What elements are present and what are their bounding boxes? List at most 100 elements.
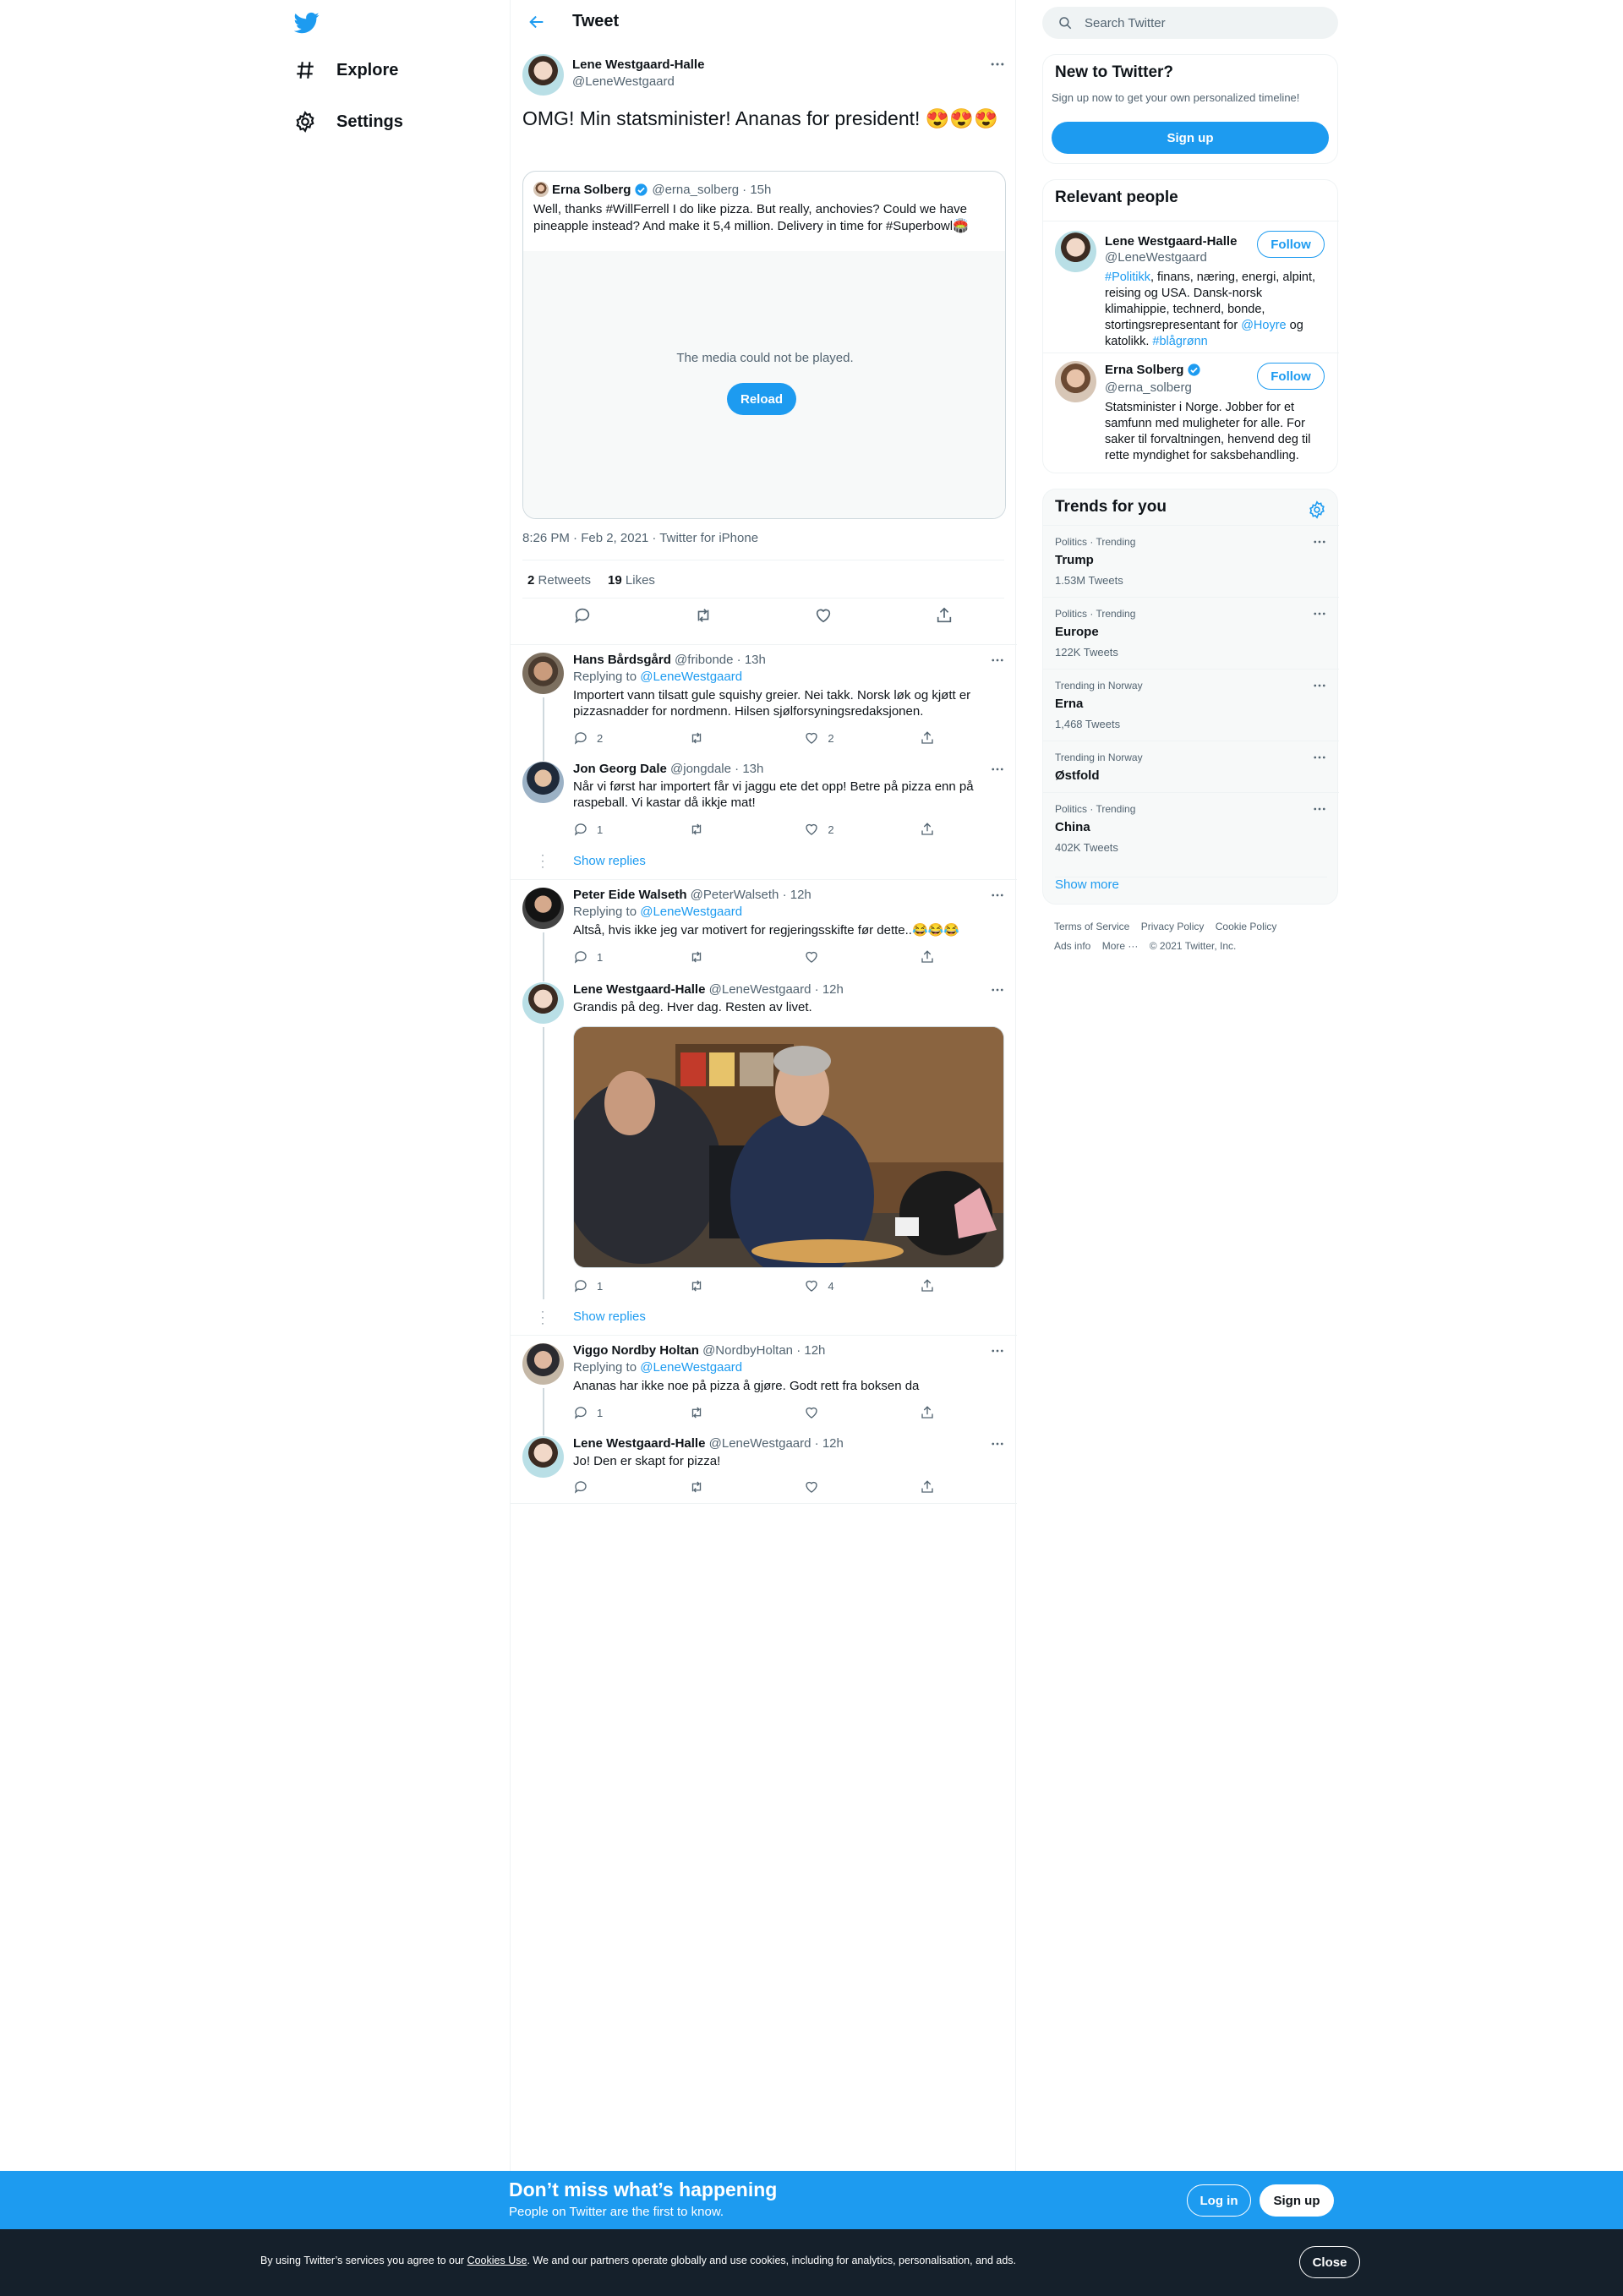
likes-stat[interactable]: 19 Likes	[608, 573, 655, 588]
more-icon[interactable]	[1312, 678, 1327, 693]
more-icon[interactable]	[990, 1436, 1005, 1451]
hashtag-link[interactable]: #blågrønn	[1152, 335, 1207, 348]
quoted-tweet[interactable]: Erna Solberg @erna_solberg · 15h Well, t…	[522, 171, 1006, 519]
trend-item[interactable]: Politics · Trending China 402K Tweets	[1043, 792, 1339, 864]
reply-icon[interactable]	[573, 606, 592, 625]
person-bio: Statsminister i Norge. Jobber for et sam…	[1105, 401, 1311, 462]
follow-button[interactable]: Follow	[1257, 363, 1325, 390]
trend-item[interactable]: Trending in Norway Østfold	[1043, 741, 1339, 792]
share-action[interactable]	[920, 1479, 937, 1495]
retweet-action[interactable]	[689, 1405, 757, 1420]
author-name[interactable]: Lene Westgaard-Halle	[572, 57, 704, 72]
more-icon[interactable]	[1312, 534, 1327, 549]
reply-action[interactable]: 1	[573, 1405, 641, 1420]
share-icon[interactable]	[935, 606, 954, 625]
more-icon[interactable]	[1312, 750, 1327, 765]
avatar[interactable]	[522, 1343, 564, 1385]
person-name[interactable]: Erna Solberg	[1105, 363, 1201, 377]
mention-link[interactable]: @LeneWestgaard	[640, 1360, 742, 1375]
nav-settings[interactable]: Settings	[294, 100, 403, 144]
reload-button[interactable]: Reload	[727, 383, 796, 415]
like-icon[interactable]	[814, 606, 833, 625]
like-action[interactable]	[804, 1405, 872, 1420]
like-action[interactable]: 2	[804, 730, 872, 746]
share-action[interactable]	[920, 949, 937, 965]
sign-up-button[interactable]: Sign up	[1260, 2184, 1334, 2217]
avatar[interactable]	[1055, 361, 1096, 402]
avatar[interactable]	[522, 1436, 564, 1478]
show-replies-link[interactable]: Show replies	[573, 854, 646, 868]
avatar[interactable]	[1055, 231, 1096, 272]
like-action[interactable]: 2	[804, 822, 872, 837]
privacy-link[interactable]: Privacy Policy	[1141, 921, 1205, 932]
like-action[interactable]	[804, 1479, 872, 1495]
page-title: Tweet	[572, 12, 620, 30]
retweet-action[interactable]	[689, 1278, 757, 1293]
like-action[interactable]: 4	[804, 1278, 872, 1293]
ads-info-link[interactable]: Ads info	[1054, 940, 1090, 952]
reply-photo[interactable]	[573, 1026, 1004, 1268]
mention-link[interactable]: @Hoyre	[1241, 319, 1286, 332]
cookies-use-link[interactable]: Cookies Use	[467, 2255, 527, 2266]
reply-action[interactable]: 2	[573, 730, 641, 746]
like-action[interactable]	[804, 949, 872, 965]
avatar[interactable]	[522, 888, 564, 929]
trend-item[interactable]: Politics · Trending Europe 122K Tweets	[1043, 597, 1339, 669]
more-icon[interactable]	[990, 762, 1005, 777]
close-button[interactable]: Close	[1299, 2246, 1360, 2278]
mention-link[interactable]: @LeneWestgaard	[640, 670, 742, 684]
avatar[interactable]	[522, 54, 564, 96]
sign-up-button[interactable]: Sign up	[1052, 122, 1329, 154]
mention-link[interactable]: @LeneWestgaard	[640, 905, 742, 919]
avatar[interactable]	[522, 653, 564, 694]
search-placeholder: Search Twitter	[1085, 15, 1166, 30]
more-icon[interactable]	[990, 888, 1005, 903]
person-name[interactable]: Lene Westgaard-Halle	[1105, 234, 1237, 249]
show-replies-link[interactable]: Show replies	[573, 1309, 646, 1324]
twitter-logo-icon[interactable]	[293, 10, 328, 44]
retweet-action[interactable]	[689, 1479, 757, 1495]
search-input[interactable]: Search Twitter	[1042, 7, 1338, 39]
retweets-stat[interactable]: 2 Retweets	[527, 573, 591, 588]
back-arrow-icon[interactable]	[527, 13, 546, 31]
share-action[interactable]	[920, 822, 937, 837]
trend-item[interactable]: Politics · Trending Trump 1.53M Tweets	[1043, 525, 1339, 597]
gear-icon[interactable]	[1308, 500, 1326, 519]
more-icon[interactable]	[1312, 606, 1327, 621]
hashtag-link[interactable]: #Politikk	[1105, 271, 1150, 284]
tweet-meta[interactable]: 8:26 PM · Feb 2, 2021 · Twitter for iPho…	[522, 531, 758, 545]
reply-action[interactable]: 1	[573, 949, 641, 965]
share-action[interactable]	[920, 1278, 937, 1293]
person-handle[interactable]: @LeneWestgaard	[1105, 250, 1207, 265]
reply-action[interactable]	[573, 1479, 641, 1495]
trend-item[interactable]: Trending in Norway Erna 1,468 Tweets	[1043, 669, 1339, 741]
retweet-icon[interactable]	[694, 606, 713, 625]
more-link[interactable]: More ···	[1102, 940, 1139, 952]
quoted-tweet-header: Erna Solberg @erna_solberg · 15h	[533, 182, 771, 197]
more-icon[interactable]	[989, 56, 1006, 73]
reply-action[interactable]: 1	[573, 1278, 641, 1293]
person-handle[interactable]: @erna_solberg	[1105, 380, 1192, 395]
show-more-link[interactable]: Show more	[1055, 877, 1327, 892]
follow-button[interactable]: Follow	[1257, 231, 1325, 258]
terms-link[interactable]: Terms of Service	[1054, 921, 1129, 932]
retweet-action[interactable]	[689, 822, 757, 837]
person-item[interactable]: Lene Westgaard-Halle @LeneWestgaard Foll…	[1043, 221, 1339, 356]
share-action[interactable]	[920, 730, 937, 746]
cookie-policy-link[interactable]: Cookie Policy	[1216, 921, 1277, 932]
more-icon[interactable]	[990, 1343, 1005, 1358]
retweet-action[interactable]	[689, 730, 757, 746]
retweet-action[interactable]	[689, 949, 757, 965]
log-in-button[interactable]: Log in	[1187, 2184, 1251, 2217]
more-icon[interactable]	[990, 982, 1005, 998]
share-action[interactable]	[920, 1405, 937, 1420]
more-icon[interactable]	[990, 653, 1005, 668]
author-handle[interactable]: @LeneWestgaard	[572, 74, 675, 89]
more-icon[interactable]	[1312, 801, 1327, 817]
reply-text: Når vi først har importert får vi jaggu …	[573, 779, 974, 810]
nav-explore[interactable]: Explore	[294, 48, 398, 92]
avatar[interactable]	[522, 762, 564, 803]
reply-action[interactable]: 1	[573, 822, 641, 837]
person-item[interactable]: Erna Solberg @erna_solberg Follow Statsm…	[1043, 353, 1339, 471]
avatar[interactable]	[522, 982, 564, 1024]
